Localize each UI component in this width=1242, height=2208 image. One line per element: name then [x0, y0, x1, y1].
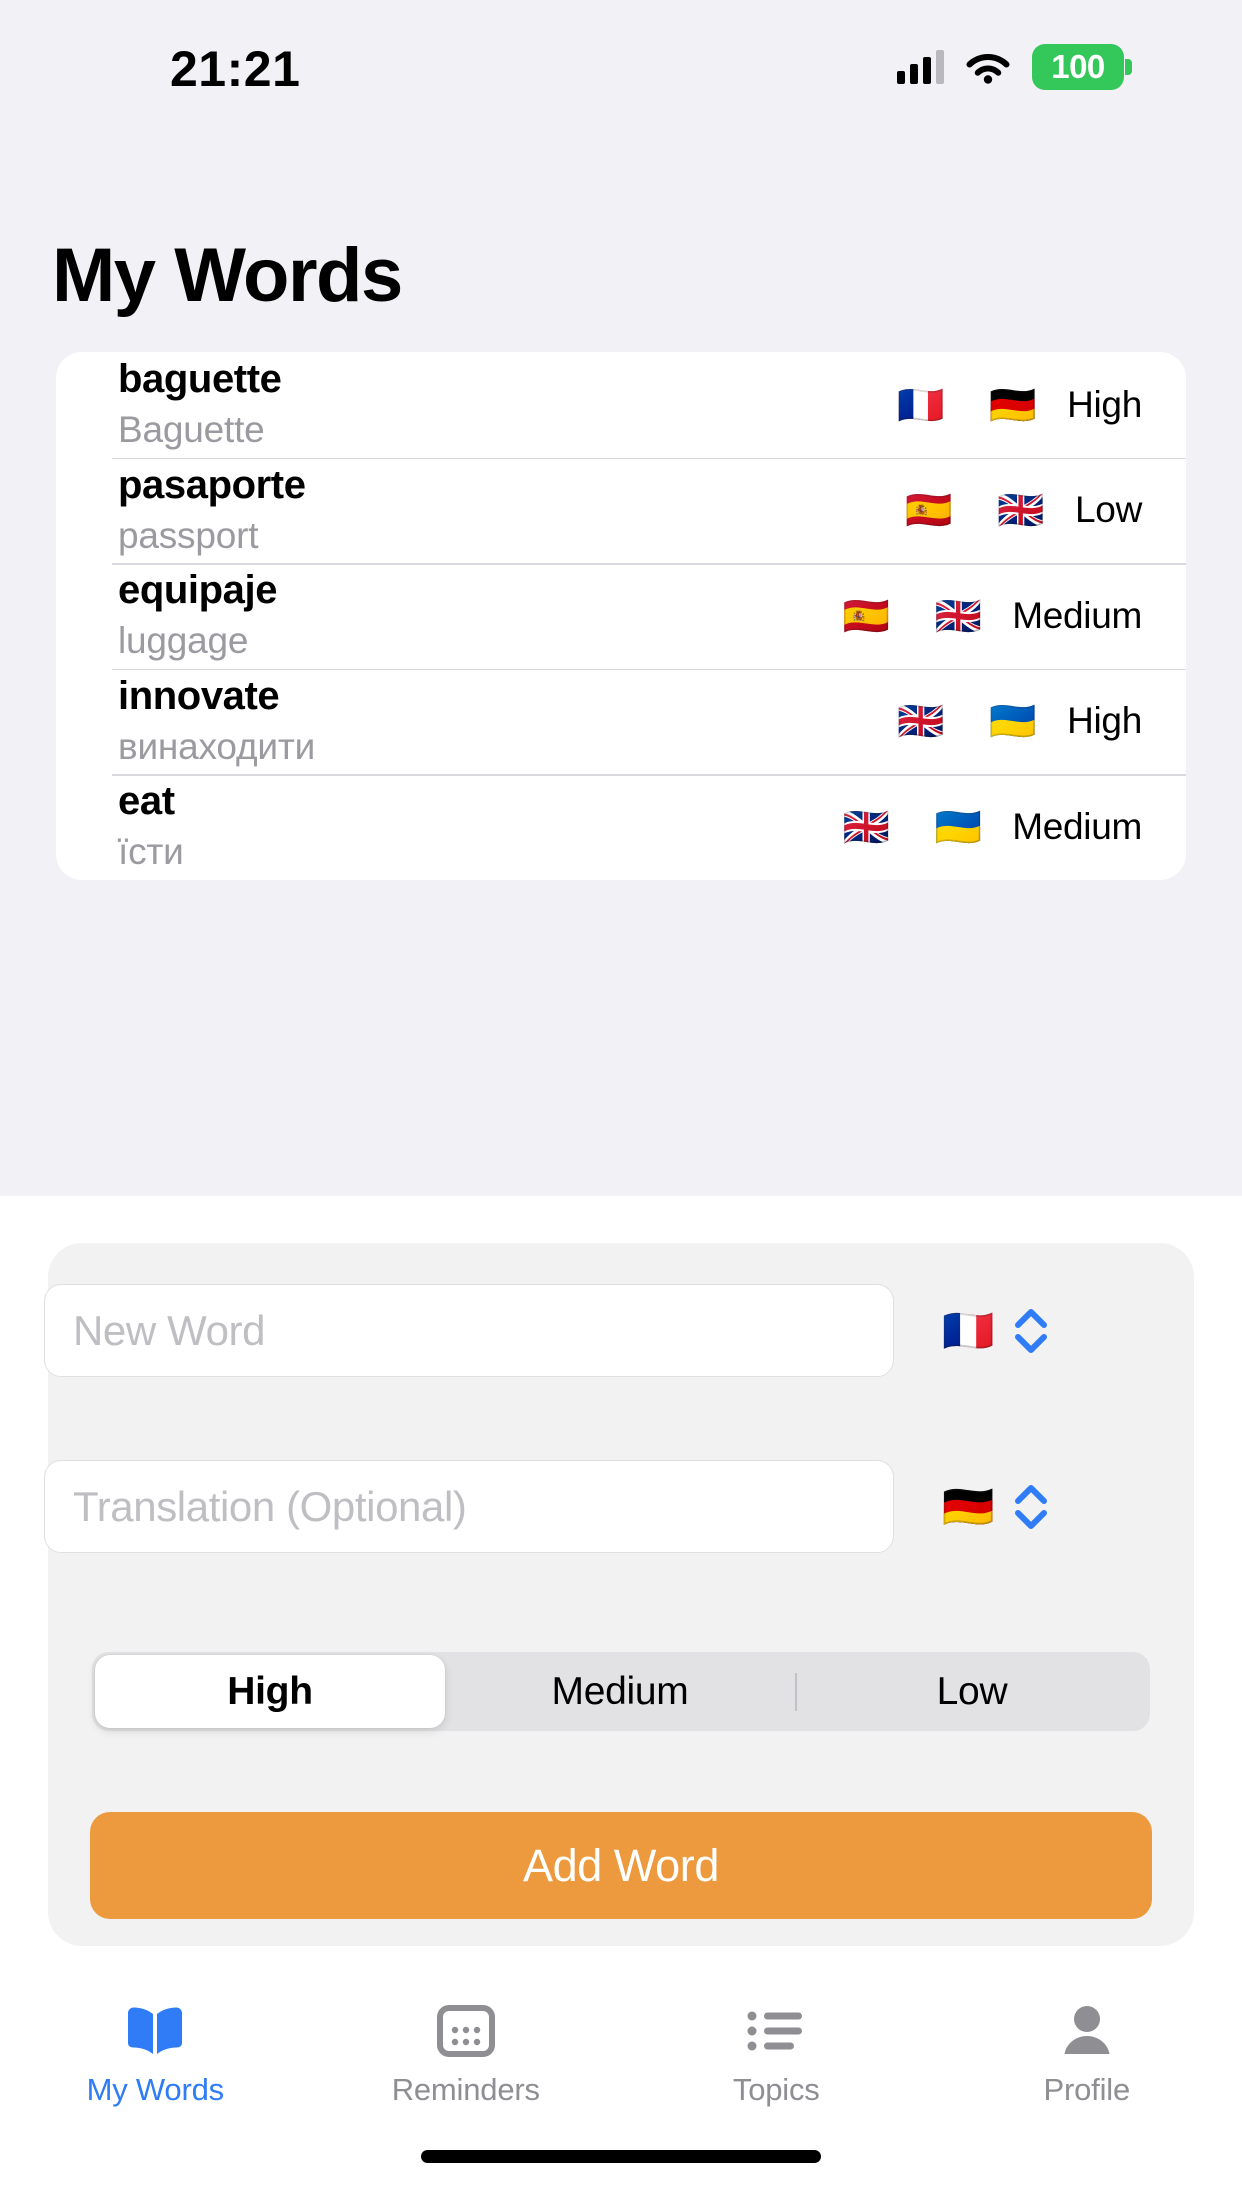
word-meta: 🇪🇸 🇬🇧 Low [883, 489, 1186, 531]
target-language-flag-icon: 🇩🇪 [989, 382, 1037, 427]
add-word-button[interactable]: Add Word [90, 1812, 1152, 1919]
tab-label: Profile [1043, 2072, 1131, 2107]
word-term: innovate [118, 673, 280, 718]
source-language-flag-icon: 🇬🇧 [842, 804, 890, 849]
word-translation: винаходити [118, 725, 316, 767]
source-language-flag-icon: 🇫🇷 [942, 1305, 995, 1355]
target-language-flag-icon: 🇺🇦 [989, 699, 1037, 744]
table-row[interactable]: equipaje luggage 🇪🇸 🇬🇧 Medium [56, 563, 1186, 669]
tab-reminders[interactable]: Reminders [311, 1972, 622, 2108]
chevron-up-down-icon[interactable] [1014, 1479, 1048, 1535]
target-language-flag-icon: 🇺🇦 [934, 804, 982, 849]
chevron-up-down-icon[interactable] [1014, 1303, 1048, 1359]
target-language-flag-icon: 🇬🇧 [997, 488, 1045, 533]
word-text-group: pasaporte passport [118, 462, 883, 559]
priority-label: Medium [1012, 805, 1142, 847]
priority-label: Medium [1012, 594, 1142, 636]
source-language-flag-icon: 🇪🇸 [842, 593, 890, 638]
word-text-group: equipaje luggage [118, 567, 820, 664]
word-term: baguette [118, 357, 282, 402]
target-language-flag-icon: 🇩🇪 [942, 1481, 995, 1531]
word-term: eat [118, 779, 175, 824]
target-language-picker[interactable]: 🇩🇪 [942, 1479, 1048, 1535]
table-row[interactable]: baguette Baguette 🇫🇷 🇩🇪 High [56, 352, 1186, 458]
word-meta: 🇬🇧 🇺🇦 Medium [820, 806, 1186, 848]
source-language-flag-icon: 🇪🇸 [905, 488, 953, 533]
table-row[interactable]: eat їсти 🇬🇧 🇺🇦 Medium [56, 774, 1186, 880]
word-translation: їсти [118, 831, 184, 873]
wifi-icon [966, 50, 1010, 84]
battery-nub [1125, 59, 1132, 75]
tab-label: Reminders [391, 2072, 540, 2107]
status-time: 21:21 [170, 41, 301, 97]
new-word-field-row: 🇫🇷 [44, 1284, 1102, 1377]
word-list: baguette Baguette 🇫🇷 🇩🇪 High pasaporte p… [56, 352, 1186, 880]
target-language-flag-icon: 🇬🇧 [934, 593, 982, 638]
tab-bar: My Words Reminders Topics Profile [0, 1972, 1242, 2142]
status-indicators: 100 [897, 44, 1132, 90]
priority-segment-low[interactable]: Low [797, 1655, 1147, 1728]
source-language-flag-icon: 🇬🇧 [897, 699, 945, 744]
source-language-picker[interactable]: 🇫🇷 [942, 1303, 1048, 1359]
cellular-signal-icon [897, 50, 944, 84]
status-bar: 21:21 100 [0, 0, 1242, 132]
person-icon [1059, 2000, 1115, 2062]
book-icon [124, 2000, 186, 2062]
app-screen: 21:21 100 My Words baguette Baguette 🇫🇷 … [0, 0, 1242, 2208]
translation-input[interactable] [44, 1460, 894, 1553]
home-indicator [421, 2150, 821, 2163]
word-text-group: eat їсти [118, 778, 820, 875]
word-text-group: innovate винаходити [118, 673, 875, 770]
new-word-input[interactable] [44, 1284, 894, 1377]
tab-label: My Words [86, 2072, 225, 2107]
table-row[interactable]: innovate винаходити 🇬🇧 🇺🇦 High [56, 668, 1186, 775]
tab-label: Topics [732, 2072, 820, 2107]
priority-label: High [1067, 383, 1142, 425]
source-language-flag-icon: 🇫🇷 [897, 382, 945, 427]
word-list-section: 21:21 100 My Words baguette Baguette 🇫🇷 … [0, 0, 1242, 1196]
translation-field-row: 🇩🇪 [44, 1460, 1102, 1553]
tab-topics[interactable]: Topics [621, 1972, 932, 2108]
word-translation: passport [118, 514, 259, 556]
page-title: My Words [52, 233, 403, 318]
word-meta: 🇪🇸 🇬🇧 Medium [820, 595, 1186, 637]
priority-segment-high[interactable]: High [95, 1655, 445, 1728]
priority-label: Low [1075, 489, 1142, 531]
word-text-group: baguette Baguette [118, 356, 875, 453]
word-translation: Baguette [118, 409, 265, 451]
priority-segmented-control: High Medium Low [92, 1652, 1150, 1731]
table-row[interactable]: pasaporte passport 🇪🇸 🇬🇧 Low [56, 457, 1186, 564]
tab-my-words[interactable]: My Words [0, 1972, 311, 2108]
bullet-list-icon [745, 2000, 807, 2062]
priority-segment-medium[interactable]: Medium [445, 1655, 795, 1728]
tab-profile[interactable]: Profile [932, 1972, 1242, 2108]
word-term: pasaporte [118, 462, 306, 507]
battery-icon: 100 [1032, 44, 1132, 90]
word-translation: luggage [118, 620, 249, 662]
priority-label: High [1067, 700, 1142, 742]
battery-percent-label: 100 [1051, 48, 1105, 85]
word-term: equipaje [118, 568, 278, 613]
word-meta: 🇬🇧 🇺🇦 High [875, 700, 1186, 742]
calendar-icon [436, 2000, 495, 2062]
word-meta: 🇫🇷 🇩🇪 High [875, 384, 1186, 426]
